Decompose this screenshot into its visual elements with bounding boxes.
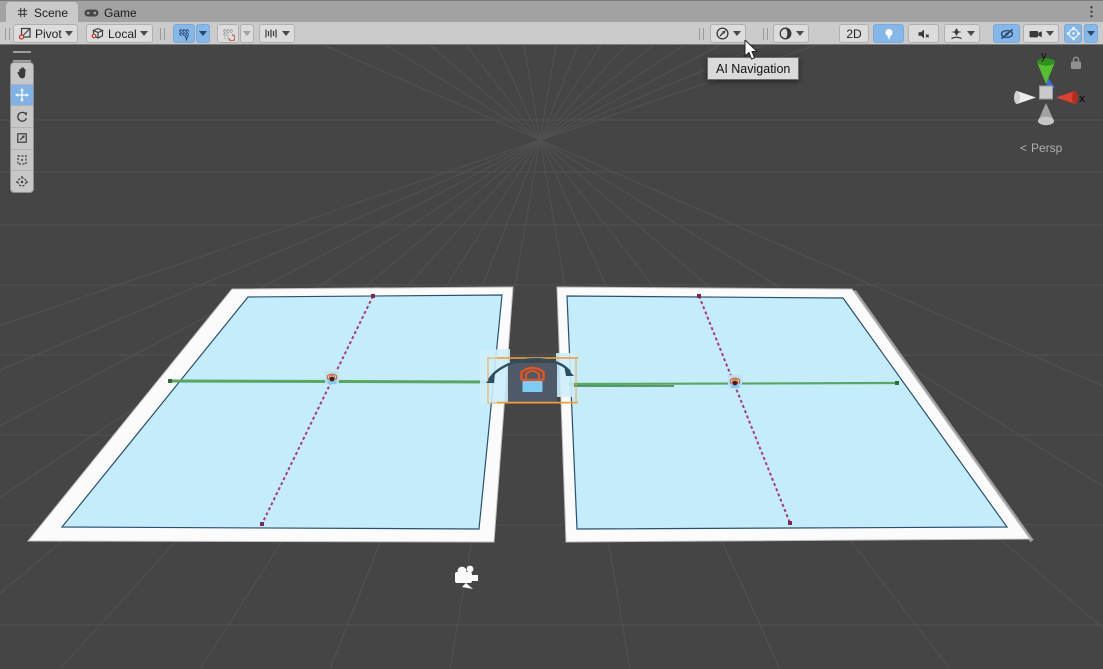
grid-visibility-dropdown[interactable] (196, 24, 210, 43)
pivot-icon (18, 27, 32, 40)
tools-overlay-grip[interactable] (13, 51, 31, 62)
overflow-menu-icon[interactable]: ⋮ (1085, 4, 1097, 20)
tab-bar: Scene Game ⋮ (0, 0, 1103, 22)
gizmos-toggle[interactable] (1064, 24, 1082, 43)
svg-text:Y: Y (184, 33, 189, 41)
scene-grid-icon (16, 6, 29, 19)
grid-snapping-toggle-disabled[interactable] (217, 24, 239, 43)
gizmo-sphere-icon (1066, 26, 1081, 41)
eye-slash-icon (999, 27, 1015, 41)
scene-toolbar: Pivot Local Y (0, 22, 1103, 45)
axis-x-cone[interactable] (1056, 91, 1078, 104)
grid-lines (0, 45, 1103, 669)
ai-navigation-compass-icon (715, 26, 730, 41)
lock-icon[interactable] (1071, 57, 1081, 69)
chevron-down-icon (1087, 31, 1095, 36)
scene-viewport[interactable]: y x < Persp (0, 45, 1103, 669)
audio-mute-toggle[interactable] (908, 24, 939, 43)
local-dropdown-button[interactable]: Local (86, 24, 153, 43)
tab-game[interactable]: Game (74, 2, 147, 23)
tool-view-hand[interactable] (11, 63, 33, 85)
offmesh-link-left[interactable] (325, 371, 339, 384)
scene-visibility-toggle[interactable] (993, 24, 1020, 43)
chevron-down-icon (199, 31, 207, 36)
pivot-label: Pivot (35, 27, 62, 41)
unity-scene-view-window: Scene Game ⋮ Pivot (0, 0, 1103, 669)
chevron-down-icon (140, 31, 148, 36)
grid-snapping-dropdown-disabled[interactable] (240, 24, 254, 43)
hand-icon (15, 66, 29, 80)
axis-y-cone[interactable] (1037, 58, 1055, 84)
scene-lighting-toggle[interactable] (873, 24, 904, 43)
chevron-down-icon (243, 31, 251, 36)
pivot-dropdown-button[interactable]: Pivot (13, 24, 78, 43)
grid-axis-y-icon: Y (177, 27, 191, 41)
tab-game-label: Game (104, 6, 137, 20)
rect-tool-icon (15, 153, 29, 167)
grid-visibility-toggle[interactable]: Y (173, 24, 195, 43)
toolbar-section-divider (699, 28, 704, 40)
audio-muted-speaker-icon (916, 27, 931, 41)
table-right[interactable] (557, 287, 1032, 542)
chevron-down-icon (967, 31, 975, 36)
offmesh-link-selected[interactable] (480, 349, 578, 404)
tool-rect[interactable] (11, 150, 33, 172)
tool-transform[interactable] (11, 171, 33, 192)
2d-mode-toggle[interactable]: 2D (839, 24, 869, 43)
local-label: Local (108, 27, 137, 41)
chevron-down-icon (796, 31, 804, 36)
shaded-sphere-icon (778, 26, 793, 41)
move-icon (15, 88, 29, 102)
shading-mode-button[interactable] (773, 24, 809, 43)
table-left[interactable] (28, 287, 513, 542)
effects-dropdown-button[interactable] (944, 24, 980, 43)
tool-scale[interactable] (11, 128, 33, 150)
tab-scene-label: Scene (34, 6, 68, 20)
scene-canvas[interactable]: y x < Persp (0, 45, 1103, 669)
projection-label[interactable]: Persp (1031, 141, 1063, 155)
toolbar-section-divider (160, 28, 165, 40)
snap-increment-button[interactable] (259, 24, 295, 43)
video-camera-icon (1028, 27, 1043, 41)
axis-y-label: y (1041, 50, 1047, 62)
tab-scene[interactable]: Scene (6, 2, 78, 23)
projection-arrow[interactable]: < (1020, 141, 1027, 155)
chevron-down-icon (282, 31, 290, 36)
effects-sparkle-icon (949, 27, 964, 41)
tooltip: AI Navigation (707, 57, 799, 80)
rotate-icon (15, 110, 29, 124)
offmesh-link-right[interactable] (728, 375, 742, 388)
axis-gizmo-cube[interactable] (1040, 86, 1053, 99)
tools-overlay (10, 62, 34, 193)
transform-tool-icon (15, 175, 29, 189)
camera-settings-button[interactable] (1023, 24, 1059, 43)
chevron-down-icon (1046, 31, 1054, 36)
toolbar-section-divider (763, 28, 768, 40)
tool-move[interactable] (11, 85, 33, 107)
scale-icon (15, 131, 29, 145)
axis-down-cone[interactable] (1038, 103, 1054, 125)
tool-rotate[interactable] (11, 106, 33, 128)
chevron-down-icon (65, 31, 73, 36)
gamepad-icon (84, 6, 99, 19)
ai-navigation-overlay-button[interactable] (710, 24, 746, 43)
tooltip-text: AI Navigation (716, 62, 790, 76)
light-bulb-icon (882, 27, 896, 41)
local-cube-icon (91, 27, 105, 40)
axis-orientation-gizmo[interactable]: y x < Persp (1014, 50, 1086, 155)
grid-snap-icon (221, 27, 235, 41)
toolbar-drag-handle[interactable] (5, 28, 10, 40)
axis-x-label: x (1079, 93, 1086, 105)
2d-mode-label: 2D (846, 27, 861, 41)
chevron-down-icon (733, 31, 741, 36)
axis-x-negative-cone[interactable] (1014, 91, 1036, 104)
snap-increment-ruler-icon (264, 27, 279, 40)
gizmos-dropdown[interactable] (1084, 24, 1098, 43)
